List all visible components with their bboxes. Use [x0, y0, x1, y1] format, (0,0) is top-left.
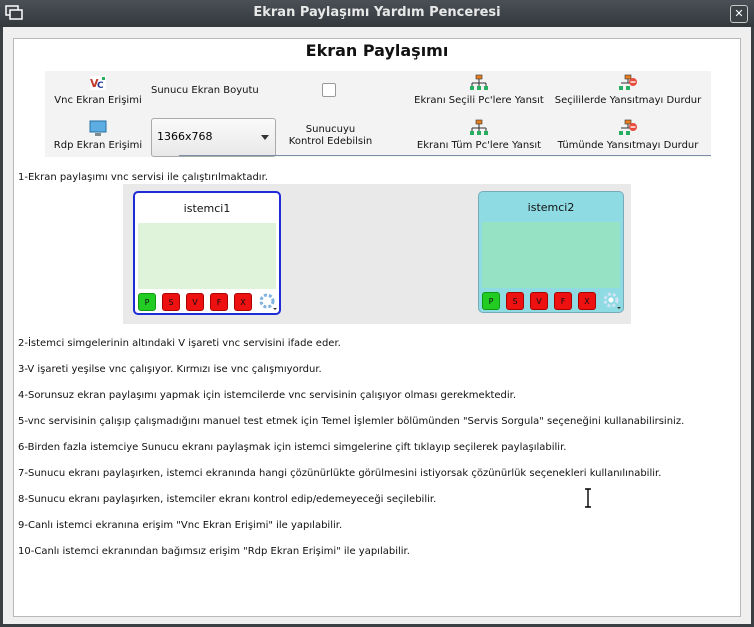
- mirror-selected-label: Ekranı Seçili Pc'lere Yansıt: [414, 95, 544, 106]
- vnc-icon: V C: [90, 76, 106, 91]
- help-line-7: 7-Sunucu ekranı paylaşırken, istemci ekr…: [18, 468, 662, 479]
- client-demo-area: istemci1 P S V F X istemci2 P S V F X: [123, 184, 631, 324]
- svg-text:C: C: [97, 81, 104, 91]
- control-label: Sunucuyu Kontrol Edebilsin: [283, 124, 378, 148]
- help-line-6: 6-Birden fazla istemciye Sunucu ekranı p…: [18, 442, 567, 453]
- gear-icon[interactable]: [258, 292, 278, 312]
- help-line-5: 5-vnc servisinin çalışıp çalışmadığını m…: [18, 416, 685, 427]
- p-status-button[interactable]: P: [138, 293, 156, 311]
- rdp-icon: [89, 120, 107, 136]
- network-stop-icon: [619, 74, 637, 90]
- f-status-button[interactable]: F: [554, 292, 572, 310]
- resolution-value: 1366x768: [157, 130, 213, 143]
- v-status-button[interactable]: V: [530, 292, 548, 310]
- mirror-selected-button[interactable]: Ekranı Seçili Pc'lere Yansıt: [411, 74, 547, 106]
- client-name: istemci2: [527, 201, 575, 214]
- server-size-label: Sunucu Ekran Boyutu: [151, 85, 259, 96]
- x-status-button[interactable]: X: [578, 292, 596, 310]
- resolution-select[interactable]: 1366x768: [151, 118, 276, 157]
- page-title: Ekran Paylaşımı: [305, 41, 449, 60]
- help-line-1: 1-Ekran paylaşımı vnc servisi ile çalışt…: [18, 172, 268, 183]
- rdp-access-label: Rdp Ekran Erişimi: [53, 140, 143, 151]
- help-line-9: 9-Canlı istemci ekranına erişim "Vnc Ekr…: [18, 520, 343, 531]
- s-status-button[interactable]: S: [506, 292, 524, 310]
- window-title: Ekran Paylaşımı Yardım Penceresi: [253, 5, 501, 20]
- s-status-button[interactable]: S: [162, 293, 180, 311]
- client-screen: [482, 222, 620, 288]
- dialog-body: Ekran Paylaşımı V C Vnc Ekran Erişimi Rd…: [3, 27, 751, 624]
- client-card[interactable]: istemci2 P S V F X: [478, 191, 624, 313]
- stop-all-button[interactable]: Tümünde Yansıtmayı Durdur: [553, 119, 703, 151]
- gear-icon[interactable]: [602, 291, 622, 311]
- stop-selected-button[interactable]: Seçililerde Yansıtmayı Durdur: [553, 74, 703, 106]
- title-bar: Ekran Paylaşımı Yardım Penceresi ✕: [0, 0, 754, 27]
- stop-selected-label: Seçililerde Yansıtmayı Durdur: [554, 95, 702, 106]
- mirror-all-label: Ekranı Tüm Pc'lere Yansıt: [416, 140, 542, 151]
- network-stop-icon: [619, 119, 637, 135]
- control-label-line2: Kontrol Edebilsin: [288, 136, 373, 147]
- p-status-button[interactable]: P: [482, 292, 500, 310]
- toolbar: V C Vnc Ekran Erişimi Rdp Ekran Erişimi …: [45, 71, 711, 157]
- help-line-2: 2-İstemci simgelerinin altındaki V işare…: [18, 338, 341, 349]
- client-card[interactable]: istemci1 P S V F X: [133, 191, 281, 315]
- network-icon: [470, 119, 488, 135]
- mirror-all-button[interactable]: Ekranı Tüm Pc'lere Yansıt: [411, 119, 547, 151]
- network-icon: [470, 74, 488, 90]
- v-status-button[interactable]: V: [186, 293, 204, 311]
- client-name: istemci1: [183, 202, 231, 215]
- text-cursor-icon: [585, 488, 591, 508]
- control-checkbox[interactable]: [322, 83, 336, 97]
- close-icon[interactable]: ✕: [730, 5, 748, 23]
- stop-all-label: Tümünde Yansıtmayı Durdur: [557, 140, 699, 151]
- rdp-access-button[interactable]: Rdp Ekran Erişimi: [53, 119, 143, 151]
- vnc-access-button[interactable]: V C Vnc Ekran Erişimi: [53, 74, 143, 106]
- help-line-3: 3-V işareti yeşilse vnc çalışıyor. Kırmı…: [18, 364, 322, 375]
- help-line-8: 8-Sunucu ekranı paylaşırken, istemciler …: [18, 494, 437, 505]
- chevron-down-icon: [261, 135, 269, 140]
- vnc-access-label: Vnc Ekran Erişimi: [54, 95, 142, 106]
- toolbar-divider: [179, 155, 711, 156]
- help-line-4: 4-Sorunsuz ekran paylaşımı yapmak için i…: [18, 390, 517, 401]
- x-status-button[interactable]: X: [234, 293, 252, 311]
- f-status-button[interactable]: F: [210, 293, 228, 311]
- help-line-10: 10-Canlı istemci ekranından bağımsız eri…: [18, 546, 410, 557]
- control-label-line1: Sunucuyu: [305, 124, 356, 135]
- client-screen: [138, 223, 276, 289]
- content-panel: Ekran Paylaşımı V C Vnc Ekran Erişimi Rd…: [13, 38, 741, 617]
